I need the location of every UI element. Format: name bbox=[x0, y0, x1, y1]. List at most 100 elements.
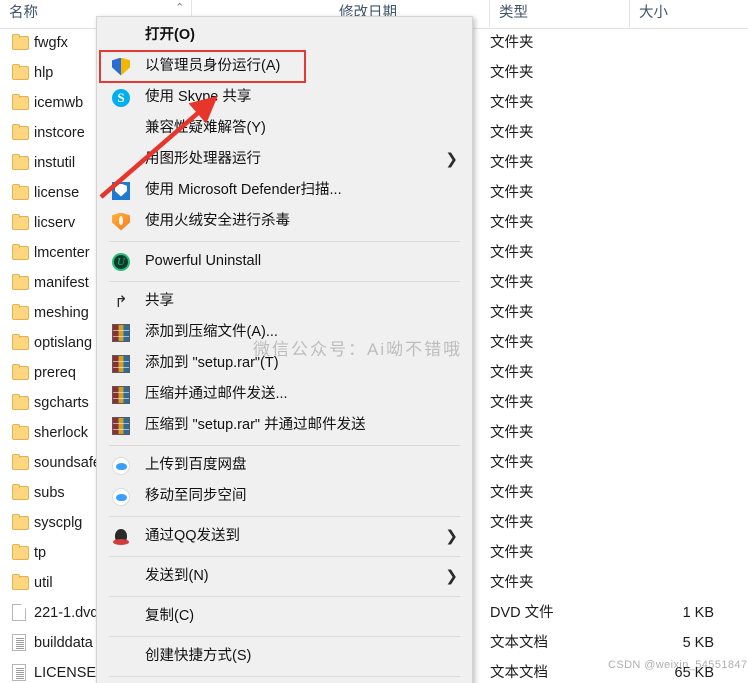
folder-icon bbox=[12, 274, 29, 290]
menu-item[interactable]: 压缩到 "setup.rar" 并通过邮件发送 bbox=[97, 410, 472, 441]
menu-item-label: 使用 Microsoft Defender扫描... bbox=[145, 182, 342, 198]
menu-separator bbox=[109, 636, 460, 637]
file-size-cell bbox=[600, 418, 730, 448]
file-size-cell bbox=[600, 178, 730, 208]
menu-item-label: 移动至同步空间 bbox=[145, 488, 247, 504]
menu-separator bbox=[109, 516, 460, 517]
context-menu[interactable]: 打开(O) 以管理员身份运行(A) S 使用 Skype 共享 兼容性疑难解答(Y) 用图… bbox=[96, 16, 473, 683]
file-size-cell bbox=[600, 298, 730, 328]
file-size-cell bbox=[600, 88, 730, 118]
menu-item[interactable]: U Powerful Uninstall bbox=[97, 246, 472, 277]
file-size-cell: 65 KB bbox=[674, 665, 715, 681]
menu-item-label: 兼容性疑难解答(Y) bbox=[145, 120, 266, 136]
file-size-cell bbox=[600, 568, 730, 598]
file-size-cell: 5 KB bbox=[682, 635, 714, 651]
text-document-icon bbox=[12, 664, 26, 681]
file-size-cell bbox=[600, 328, 730, 358]
file-size-cell bbox=[600, 508, 730, 538]
folder-icon bbox=[12, 34, 29, 50]
menu-item-label: 压缩到 "setup.rar" 并通过邮件发送 bbox=[145, 417, 366, 433]
uninstall-icon: U bbox=[112, 252, 130, 271]
column-header-type[interactable]: 类型 bbox=[490, 0, 630, 27]
folder-icon bbox=[12, 304, 29, 320]
menu-item-label: 添加到压缩文件(A)... bbox=[145, 324, 278, 340]
file-size-cell bbox=[600, 538, 730, 568]
file-size-cell bbox=[600, 268, 730, 298]
folder-icon bbox=[12, 364, 29, 380]
file-size-cell bbox=[600, 208, 730, 238]
qq-icon bbox=[112, 528, 130, 546]
file-size-cell: 1 KB bbox=[682, 605, 714, 621]
folder-icon bbox=[12, 124, 29, 140]
menu-item-label: 添加到 "setup.rar"(T) bbox=[145, 355, 279, 371]
screen: 名称 ⌃ 修改日期 类型 大小 fwgfx 文件夹 hlp 文件夹 icemwb 文件夹 i… bbox=[0, 0, 748, 683]
share-icon: ↱ bbox=[114, 291, 128, 311]
menu-item-label: 打开(O) bbox=[145, 27, 195, 43]
folder-icon bbox=[12, 514, 29, 530]
file-size-cell bbox=[600, 238, 730, 268]
folder-icon bbox=[12, 154, 29, 170]
folder-icon bbox=[12, 424, 29, 440]
menu-separator bbox=[109, 556, 460, 557]
folder-icon bbox=[12, 454, 29, 470]
folder-icon bbox=[12, 484, 29, 500]
menu-item[interactable]: 创建快捷方式(S) bbox=[97, 641, 472, 672]
file-size-cell bbox=[600, 148, 730, 178]
menu-item-label: Powerful Uninstall bbox=[145, 253, 262, 269]
menu-separator bbox=[109, 281, 460, 282]
menu-item[interactable]: 压缩并通过邮件发送... bbox=[97, 379, 472, 410]
menu-item[interactable]: 用图形处理器运行 ❯ bbox=[97, 144, 472, 175]
file-size-cell bbox=[600, 478, 730, 508]
folder-icon bbox=[12, 214, 29, 230]
menu-item[interactable]: 上传到百度网盘 bbox=[97, 450, 472, 481]
menu-item-label: 共享 bbox=[145, 293, 174, 309]
file-size-cell bbox=[600, 388, 730, 418]
file-size-cell bbox=[600, 448, 730, 478]
folder-icon bbox=[12, 244, 29, 260]
folder-icon bbox=[12, 94, 29, 110]
menu-item[interactable]: 打开(O) bbox=[97, 20, 472, 51]
file-icon bbox=[12, 604, 26, 621]
baidu-netdisk-icon bbox=[112, 487, 130, 506]
winrar-icon bbox=[112, 323, 130, 342]
menu-item[interactable]: ↱ 共享 bbox=[97, 286, 472, 317]
skype-icon: S bbox=[112, 88, 130, 107]
menu-separator bbox=[109, 241, 460, 242]
menu-item-label: 以管理员身份运行(A) bbox=[145, 58, 281, 74]
menu-item[interactable]: S 使用 Skype 共享 bbox=[97, 82, 472, 113]
menu-item-label: 使用 Skype 共享 bbox=[145, 89, 252, 105]
column-header-name-label: 名称 bbox=[9, 5, 38, 21]
winrar-icon bbox=[112, 416, 130, 435]
chevron-right-icon: ❯ bbox=[445, 567, 458, 585]
column-header-size[interactable]: 大小 bbox=[630, 0, 748, 27]
huorong-icon bbox=[112, 212, 130, 231]
folder-icon bbox=[12, 64, 29, 80]
menu-item[interactable]: 使用 Microsoft Defender扫描... bbox=[97, 175, 472, 206]
menu-item[interactable]: 以管理员身份运行(A) bbox=[97, 51, 472, 82]
defender-icon bbox=[112, 181, 130, 200]
file-size-cell bbox=[600, 28, 730, 58]
menu-separator bbox=[109, 596, 460, 597]
folder-icon bbox=[12, 334, 29, 350]
menu-item[interactable]: 添加到 "setup.rar"(T) bbox=[97, 348, 472, 379]
menu-item-label: 用图形处理器运行 bbox=[145, 151, 261, 167]
menu-item[interactable]: 移动至同步空间 bbox=[97, 481, 472, 512]
baidu-netdisk-icon bbox=[112, 456, 130, 475]
menu-item-label: 创建快捷方式(S) bbox=[145, 648, 252, 664]
menu-item[interactable]: 添加到压缩文件(A)... bbox=[97, 317, 472, 348]
menu-item[interactable]: 发送到(N) ❯ bbox=[97, 561, 472, 592]
folder-icon bbox=[12, 184, 29, 200]
menu-item-label: 压缩并通过邮件发送... bbox=[145, 386, 288, 402]
chevron-right-icon: ❯ bbox=[445, 527, 458, 545]
menu-item[interactable]: 通过QQ发送到 ❯ bbox=[97, 521, 472, 552]
folder-icon bbox=[12, 394, 29, 410]
menu-item[interactable]: 使用火绒安全进行杀毒 bbox=[97, 206, 472, 237]
menu-item-label: 使用火绒安全进行杀毒 bbox=[145, 213, 290, 229]
menu-item[interactable]: 兼容性疑难解答(Y) bbox=[97, 113, 472, 144]
menu-item[interactable]: 复制(C) bbox=[97, 601, 472, 632]
sort-ascending-icon: ⌃ bbox=[175, 2, 185, 14]
menu-item-label: 发送到(N) bbox=[145, 568, 209, 584]
shield-icon bbox=[112, 57, 130, 76]
file-size-cell bbox=[600, 118, 730, 148]
folder-icon bbox=[12, 574, 29, 590]
